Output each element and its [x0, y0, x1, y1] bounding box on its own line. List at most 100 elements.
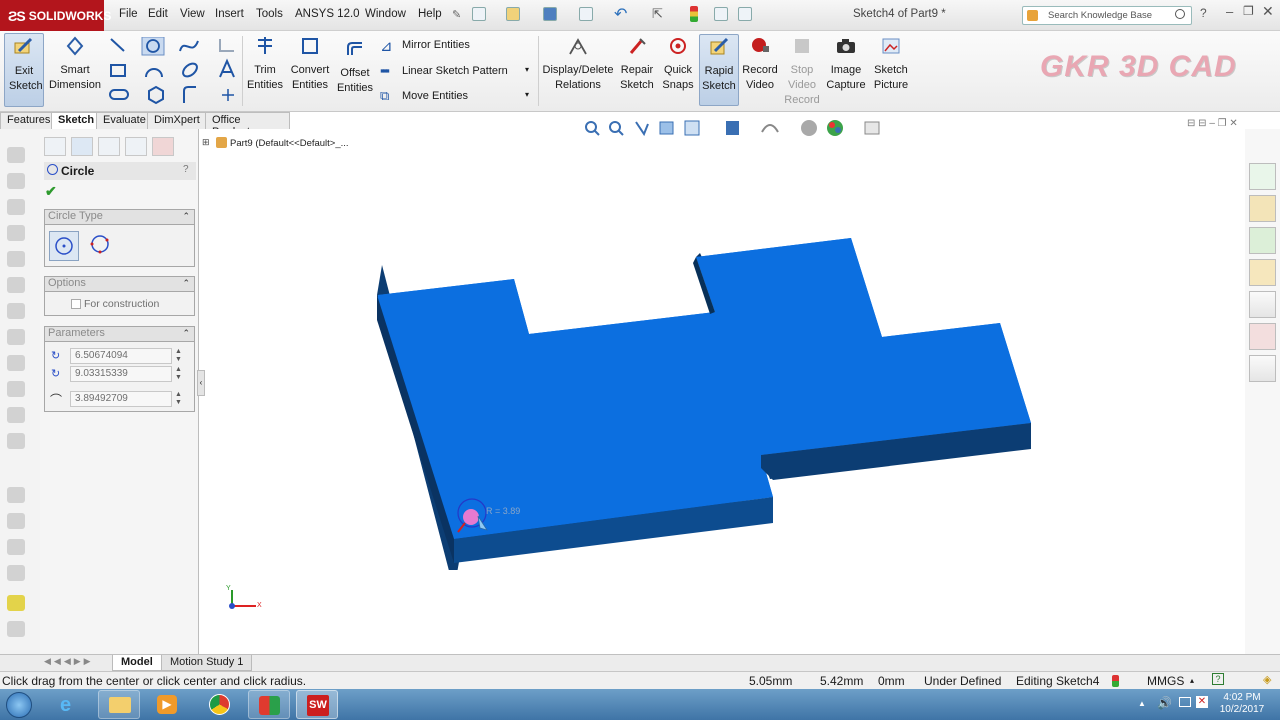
- center-y-spinner[interactable]: ▲ ▼: [175, 366, 182, 382]
- tab-dimxpert[interactable]: DimXpert: [147, 112, 207, 129]
- draft-icon[interactable]: [7, 539, 25, 555]
- radius-input[interactable]: 3.89492709: [70, 391, 172, 407]
- collapse-icon[interactable]: ⌃: [182, 328, 190, 339]
- arc-icon[interactable]: [145, 68, 163, 78]
- sketch-fillet-icon[interactable]: [219, 39, 234, 52]
- circle-type-header[interactable]: Circle Type ⌃: [44, 209, 195, 225]
- exit-sketch-button[interactable]: Exit Sketch: [4, 33, 44, 107]
- image-capture-button[interactable]: Image Capture: [825, 36, 867, 106]
- repair-sketch-button[interactable]: Repair Sketch: [617, 36, 657, 106]
- menu-view[interactable]: View: [180, 8, 205, 20]
- center-circle-option[interactable]: [49, 231, 79, 261]
- sketch-entity-tools[interactable]: [108, 37, 238, 109]
- property-manager-tab-icon[interactable]: [71, 137, 93, 156]
- section-view-icon[interactable]: [659, 121, 674, 135]
- tab-motion-study[interactable]: Motion Study 1: [161, 655, 253, 671]
- search-icon[interactable]: [1175, 9, 1185, 19]
- menu-file[interactable]: File: [119, 8, 138, 20]
- center-x-input[interactable]: 6.50674094: [70, 348, 172, 364]
- custom-properties-icon[interactable]: [1249, 355, 1276, 382]
- smart-dimension-button[interactable]: Smart Dimension: [46, 36, 104, 106]
- rectangle-icon[interactable]: [110, 64, 126, 77]
- center-x-spinner[interactable]: ▲ ▼: [175, 348, 182, 364]
- curves-icon[interactable]: [7, 621, 25, 637]
- zoom-to-fit-icon[interactable]: [585, 121, 600, 136]
- polygon-icon[interactable]: [148, 85, 164, 105]
- folder-icon[interactable]: [1249, 259, 1276, 286]
- spline-icon[interactable]: [179, 40, 199, 52]
- view-palette-icon[interactable]: [1249, 291, 1276, 318]
- chrome-taskbar-button[interactable]: [198, 690, 240, 719]
- rebuild-status-icon[interactable]: [1112, 675, 1119, 687]
- pm-help-icon[interactable]: ?: [183, 164, 189, 175]
- linear-sketch-pattern-button[interactable]: ▪▪▪ Linear Sketch Pattern ▾: [380, 63, 535, 81]
- tab-features[interactable]: Features: [0, 112, 58, 129]
- appearances-icon[interactable]: [1249, 323, 1276, 350]
- tag-icon[interactable]: ◈: [1263, 673, 1271, 686]
- heads-up-view-toolbar[interactable]: [582, 118, 902, 138]
- cut-loft-icon[interactable]: [7, 381, 25, 397]
- options-icon[interactable]: [738, 7, 752, 21]
- undo-icon[interactable]: ↶: [614, 4, 627, 24]
- fillet-icon[interactable]: [7, 433, 25, 449]
- volume-icon[interactable]: 🔊: [1157, 696, 1172, 710]
- close-button[interactable]: ✕: [1262, 3, 1274, 20]
- viewport-window-controls[interactable]: ⊟ ⊟ – ❐ ✕: [1187, 118, 1238, 129]
- rib-icon[interactable]: [7, 513, 25, 529]
- record-video-button[interactable]: Record Video: [741, 36, 779, 106]
- ok-checkmark-icon[interactable]: ✔: [45, 183, 57, 200]
- pin-icon[interactable]: ✎: [452, 8, 461, 21]
- solidworks-logo[interactable]: ƧS SOLIDWORKS: [0, 0, 111, 31]
- start-button[interactable]: [6, 692, 32, 718]
- tab-model[interactable]: Model: [112, 655, 162, 671]
- move-entities-button[interactable]: ⧉ Move Entities ▾: [380, 88, 535, 106]
- loft-icon[interactable]: [7, 225, 25, 241]
- new-document-icon[interactable]: [472, 7, 486, 21]
- revolve-icon[interactable]: [7, 173, 25, 189]
- units-chevron-icon[interactable]: ▴: [1190, 676, 1194, 685]
- show-hidden-icons[interactable]: ▲: [1138, 699, 1146, 708]
- centerline-icon[interactable]: [183, 86, 196, 103]
- open-folder-icon[interactable]: [506, 7, 520, 21]
- circle-icon[interactable]: [141, 37, 165, 56]
- sweep-icon[interactable]: [7, 199, 25, 215]
- solidworks-resources-icon[interactable]: [1249, 163, 1276, 190]
- configuration-manager-tab-icon[interactable]: [98, 137, 120, 156]
- quick-snaps-button[interactable]: Quick Snaps: [660, 36, 696, 106]
- menu-ansys[interactable]: ANSYS 12.0: [295, 8, 360, 20]
- pattern-icon[interactable]: [7, 487, 25, 503]
- boundary-cut-icon[interactable]: [7, 407, 25, 423]
- recorder-taskbar-button[interactable]: [248, 690, 290, 719]
- feature-tree-flyout[interactable]: ⊞ Part9 (Default<<Default>_...: [202, 137, 349, 149]
- instant3d-icon[interactable]: [7, 595, 25, 611]
- tab-scroll-arrows[interactable]: ◀◀◀▶▶: [44, 656, 94, 667]
- ie-taskbar-button[interactable]: e: [50, 690, 92, 719]
- design-library-icon[interactable]: [1249, 195, 1276, 222]
- expand-icon[interactable]: ⊞: [202, 137, 210, 148]
- display-manager-tab-icon[interactable]: [152, 137, 174, 156]
- status-units[interactable]: MMGS: [1147, 674, 1184, 688]
- chevron-down-icon[interactable]: ▾: [525, 90, 529, 99]
- convert-entities-button[interactable]: Convert Entities: [288, 36, 332, 106]
- slot-icon[interactable]: [109, 89, 129, 100]
- perimeter-circle-option[interactable]: [85, 231, 115, 261]
- hide-show-items-icon[interactable]: [761, 124, 779, 133]
- hole-wizard-icon[interactable]: [7, 303, 25, 319]
- point-icon[interactable]: [222, 89, 234, 101]
- sketch-picture-button[interactable]: Sketch Picture: [871, 36, 911, 106]
- view-settings-icon[interactable]: [864, 121, 880, 135]
- quick-tips-icon[interactable]: ?: [1212, 673, 1224, 685]
- search-box[interactable]: Search Knowledge Base: [1022, 6, 1192, 25]
- for-construction-checkbox[interactable]: [71, 299, 81, 309]
- save-icon[interactable]: [543, 7, 557, 21]
- parameters-header[interactable]: Parameters ⌃: [44, 326, 195, 342]
- shell-icon[interactable]: [7, 565, 25, 581]
- collapse-icon[interactable]: ⌃: [182, 211, 190, 222]
- part-model[interactable]: R = 3.89: [370, 230, 1040, 570]
- menu-tools[interactable]: Tools: [256, 8, 283, 20]
- cut-extrude-icon[interactable]: [7, 277, 25, 293]
- system-clock[interactable]: 4:02 PM 10/2/2017: [1212, 692, 1272, 716]
- offset-entities-button[interactable]: Offset Entities: [336, 39, 374, 109]
- select-arrow-icon[interactable]: ⇱: [652, 6, 663, 22]
- help-icon[interactable]: ?: [1200, 6, 1207, 20]
